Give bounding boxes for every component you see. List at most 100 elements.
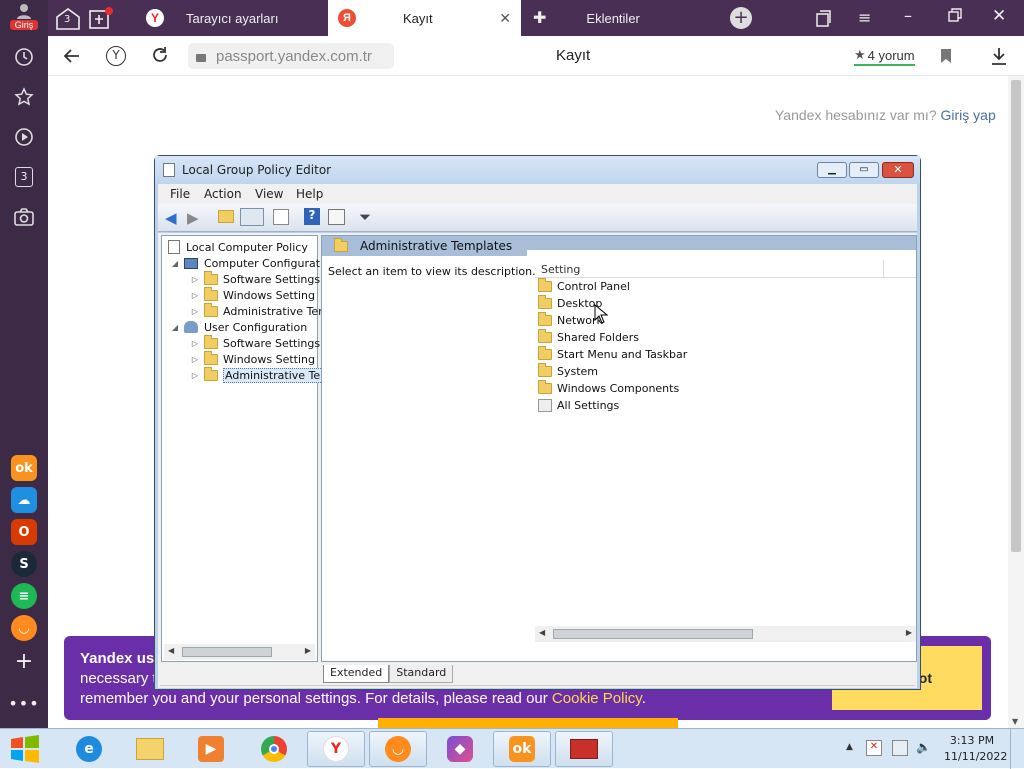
export-list-icon[interactable] [273, 209, 289, 225]
back-arrow-icon[interactable] [62, 46, 82, 66]
reload-icon[interactable] [150, 45, 170, 65]
properties-icon[interactable] [328, 209, 345, 225]
setting-row[interactable]: Shared Folders [538, 329, 639, 346]
restore-icon[interactable] [948, 8, 962, 22]
tab-count-icon[interactable]: 3 [12, 165, 36, 189]
mouse-cursor-icon [594, 303, 609, 324]
url-field[interactable]: passport.yandex.com.tr [188, 43, 394, 69]
settings-hscrollbar[interactable]: ◀ ▶ [535, 626, 916, 642]
tree-node-c-windows[interactable]: ▷ Windows Setting [190, 286, 315, 303]
tree-node-c-admin[interactable]: ▷ Administrative Ter [190, 302, 323, 319]
download-icon[interactable] [990, 46, 1008, 66]
tree-node-computer-config[interactable]: ◢ Computer Configurati [170, 255, 323, 271]
bookmark-icon[interactable] [940, 48, 952, 64]
clock[interactable]: 3:13 PM 11/11/2022 [944, 733, 1007, 765]
close-button[interactable]: ✕ [882, 162, 914, 178]
close-tab-icon[interactable]: ✕ [499, 10, 511, 27]
setting-row[interactable]: Control Panel [538, 278, 630, 295]
help-icon[interactable]: ? [304, 208, 320, 225]
login-link[interactable]: Giriş yap [941, 107, 996, 123]
tab-register[interactable]: Я Kayıt ✕ [328, 0, 521, 36]
odnoklassniki-app-icon[interactable]: ok [11, 455, 37, 481]
tree-hscrollbar[interactable]: ◀ ▶ [164, 644, 315, 660]
setting-row[interactable]: Start Menu and Taskbar [538, 346, 687, 363]
tray-chevron-icon[interactable]: ▲ [846, 742, 853, 752]
setting-row[interactable]: Windows Components [538, 380, 679, 397]
profile-avatar[interactable]: Giriş [10, 3, 38, 33]
office-app-icon[interactable]: O [11, 519, 37, 545]
tray-flag-icon[interactable]: ✕ [866, 740, 882, 756]
up-folder-icon[interactable] [218, 210, 234, 223]
tab-standard[interactable]: Standard [389, 665, 454, 683]
maximize-button[interactable]: ▭ [849, 162, 879, 178]
tree-node-c-software[interactable]: ▷ Software Settings [190, 270, 320, 287]
cloud-app-icon[interactable]: ☁ [11, 487, 37, 513]
toloka-app-icon[interactable]: ◡ [11, 615, 37, 641]
menu-file[interactable]: File [170, 187, 190, 201]
setting-row[interactable]: System [538, 363, 598, 380]
minimize-button[interactable]: ▁ [817, 162, 847, 178]
show-desktop-button[interactable] [1010, 729, 1024, 769]
taskbar-media[interactable]: ▶ [182, 731, 240, 767]
menu-help[interactable]: Help [296, 187, 323, 201]
add-app-icon[interactable]: + [12, 649, 36, 674]
add-tab-icon[interactable]: + [730, 7, 752, 29]
yandex-icon: Y [146, 9, 164, 27]
tree-node-user-config[interactable]: ◢ User Configuration [170, 319, 307, 335]
camera-icon[interactable] [12, 205, 36, 229]
reviews-badge[interactable]: ★ 4 yorum [854, 46, 915, 66]
tree-node-local-policy[interactable]: Local Computer Policy [168, 239, 308, 255]
tree-node-u-software[interactable]: ▷ Software Settings [190, 334, 320, 351]
tray-volume-icon[interactable]: 🔈 [916, 740, 931, 754]
settings-column-header[interactable]: Setting [535, 260, 916, 278]
taskbar-toolbox[interactable] [555, 731, 613, 767]
bookmarks-star-icon[interactable] [12, 85, 36, 109]
tray-network-icon[interactable] [892, 740, 908, 756]
tab-label: Eklentiler [586, 10, 640, 26]
collapse-arrow-icon: ◢ [171, 258, 179, 268]
new-tab-group-icon[interactable] [88, 6, 114, 30]
folder-icon [204, 350, 218, 365]
tree-node-u-windows[interactable]: ▷ Windows Setting [190, 350, 315, 367]
tab-browser-settings[interactable]: Y Tarayıcı ayarları [136, 0, 328, 36]
history-icon[interactable] [12, 45, 36, 69]
play-icon[interactable] [12, 125, 36, 149]
description-text: Select an item to view its description. [328, 265, 536, 278]
home-tabs-icon[interactable]: 3 [54, 6, 82, 30]
start-button[interactable] [9, 735, 41, 763]
forward-arrow-icon[interactable]: ▶ [187, 209, 199, 227]
scrollbar-thumb[interactable] [1011, 80, 1021, 552]
collections-icon[interactable] [814, 9, 832, 27]
close-window-icon[interactable]: ✕ [992, 6, 1006, 26]
tab-extended[interactable]: Extended [323, 665, 390, 683]
menu-icon[interactable]: ≡ [858, 8, 871, 27]
taskbar-ie[interactable]: e [60, 731, 118, 767]
back-arrow-icon[interactable]: ◀ [165, 209, 177, 227]
taskbar-yandex[interactable]: Y [307, 731, 365, 767]
window-titlebar[interactable]: Local Group Policy Editor ▁ ▭ ✕ [155, 156, 920, 184]
toloka-icon: ◡ [385, 736, 411, 762]
yandex-logo-icon[interactable]: Y [106, 46, 126, 66]
setting-row[interactable]: All Settings [538, 397, 619, 414]
menu-action[interactable]: Action [204, 187, 242, 201]
minimize-icon[interactable]: – [904, 6, 912, 25]
scroll-down-icon[interactable]: ▼ [1012, 717, 1018, 726]
taskbar-gem[interactable]: ◆ [431, 731, 489, 767]
taskbar-ok[interactable]: ok [493, 731, 551, 767]
computer-icon [184, 257, 198, 269]
steam-app-icon[interactable]: S [11, 551, 37, 577]
status-bar-panel [160, 685, 915, 686]
more-dots-icon[interactable]: ••• [8, 691, 38, 715]
setting-row[interactable]: Desktop [538, 295, 602, 312]
tree-node-u-admin-selected[interactable]: ▷ Administrative Ter [190, 366, 327, 383]
users-icon [184, 321, 198, 333]
taskbar-toloka[interactable]: ◡ [369, 731, 427, 767]
tab-extensions[interactable]: ✚ Eklentiler [521, 0, 713, 36]
taskbar-chrome[interactable] [245, 731, 303, 767]
filter-icon[interactable]: ⏷ [359, 208, 371, 226]
cookie-policy-link[interactable]: Cookie Policy [552, 690, 642, 707]
spotify-app-icon[interactable]: ≡ [11, 583, 37, 609]
show-hide-tree-icon[interactable] [240, 208, 264, 226]
menu-view[interactable]: View [255, 187, 283, 201]
taskbar-explorer[interactable] [121, 731, 179, 767]
